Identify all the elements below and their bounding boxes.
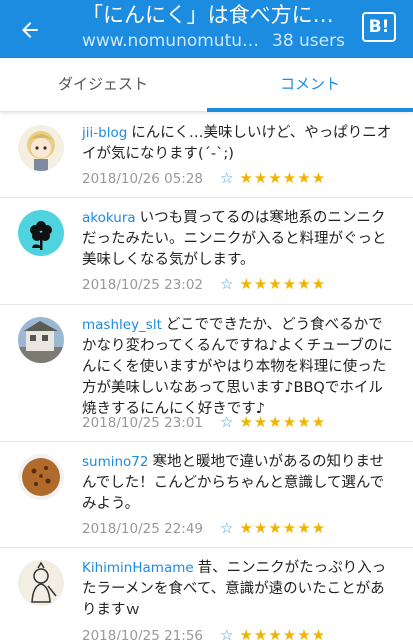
comment-meta: 2018/10/26 05:28 ☆ ★★★★★★	[82, 169, 326, 189]
comment-meta: 2018/10/25 22:49 ☆ ★★★★★★	[82, 519, 326, 539]
bookmark-user-count: 38 users	[272, 31, 345, 51]
page-subtitle: www.nomunomutuk... 38 users	[82, 30, 372, 52]
comment-meta: 2018/10/25 23:01 ☆ ★★★★★★	[82, 413, 326, 433]
app-bar: 「にんにく」は食べ方によ... www.nomunomutuk... 38 use…	[0, 0, 413, 58]
avatar[interactable]	[18, 560, 64, 606]
star-rating: ★★★★★★	[239, 626, 327, 640]
hatena-bookmark-button[interactable]: B!	[362, 12, 396, 42]
comment-body: sumino72 寒地と暖地で違いがあるの知りませんでした！こんどからちゃんと意識…	[82, 452, 394, 515]
comment-date: 2018/10/25 22:49	[82, 521, 204, 537]
arrow-left-icon	[22, 22, 38, 38]
comment-item: akokura いつも買ってるのは寒地系のニンニクだったみたい。ニンニクが入ると料…	[0, 198, 413, 305]
comment-item: KihiminHamame 昔、ニンニクがたっぷり入ったラーメンを食べて、意識が遠…	[0, 548, 413, 640]
comment-meta: 2018/10/25 21:56 ☆ ★★★★★★	[82, 626, 326, 640]
comment-username[interactable]: sumino72	[82, 454, 149, 470]
comment-item: mashley_slt どこでできたか、どう食べるかでかなり変わってくるんですね♪…	[0, 305, 413, 442]
tab-bar: ダイジェスト コメント	[0, 58, 413, 112]
avatar[interactable]	[18, 125, 64, 171]
avatar[interactable]	[18, 317, 64, 363]
comment-body: jii-blog にんにく…美味しいけど、やっぱりニオイが気になります(´-`;)	[82, 123, 394, 165]
star-rating: ★★★★★★	[239, 275, 327, 293]
tab-digest[interactable]: ダイジェスト	[0, 58, 206, 112]
comment-body: akokura いつも買ってるのは寒地系のニンニクだったみたい。ニンニクが入ると料…	[82, 208, 394, 271]
comment-body: mashley_slt どこでできたか、どう食べるかでかなり変わってくるんですね♪…	[82, 315, 394, 420]
comment-body: KihiminHamame 昔、ニンニクがたっぷり入ったラーメンを食べて、意識が遠…	[82, 558, 394, 621]
page-title: 「にんにく」は食べ方によ...	[82, 3, 352, 27]
comment-item: sumino72 寒地と暖地で違いがあるの知りませんでした！こんどからちゃんと意識…	[0, 442, 413, 548]
avatar[interactable]	[18, 454, 64, 500]
star-rating: ★★★★★★	[239, 519, 327, 537]
user-avatar-icon	[18, 125, 64, 171]
comment-username[interactable]: jii-blog	[82, 125, 127, 141]
comment-date: 2018/10/25 23:02	[82, 277, 204, 293]
tab-comments[interactable]: コメント	[207, 58, 413, 112]
user-avatar-icon	[18, 560, 64, 606]
comment-date: 2018/10/25 23:01	[82, 415, 204, 431]
add-star-icon[interactable]: ☆	[220, 275, 233, 293]
star-rating: ★★★★★★	[239, 169, 327, 187]
add-star-icon[interactable]: ☆	[220, 626, 233, 640]
add-star-icon[interactable]: ☆	[220, 413, 233, 431]
comment-list: jii-blog にんにく…美味しいけど、やっぱりニオイが気になります(´-`;)…	[0, 113, 413, 640]
comment-username[interactable]: KihiminHamame	[82, 560, 194, 576]
comment-date: 2018/10/25 21:56	[82, 628, 204, 640]
comment-text: にんにく…美味しいけど、やっぱりニオイが気になります(´-`;)	[82, 125, 392, 162]
comment-meta: 2018/10/25 23:02 ☆ ★★★★★★	[82, 275, 326, 295]
back-button[interactable]	[10, 10, 50, 50]
user-avatar-icon	[18, 317, 64, 363]
user-avatar-icon	[18, 454, 64, 500]
user-avatar-icon	[18, 210, 64, 256]
comment-date: 2018/10/26 05:28	[82, 171, 204, 187]
page-url: www.nomunomutuk...	[82, 31, 264, 51]
avatar[interactable]	[18, 210, 64, 256]
add-star-icon[interactable]: ☆	[220, 169, 233, 187]
add-star-icon[interactable]: ☆	[220, 519, 233, 537]
comment-item: jii-blog にんにく…美味しいけど、やっぱりニオイが気になります(´-`;)…	[0, 113, 413, 198]
comment-username[interactable]: akokura	[82, 210, 136, 226]
star-rating: ★★★★★★	[239, 413, 327, 431]
comment-username[interactable]: mashley_slt	[82, 317, 162, 333]
